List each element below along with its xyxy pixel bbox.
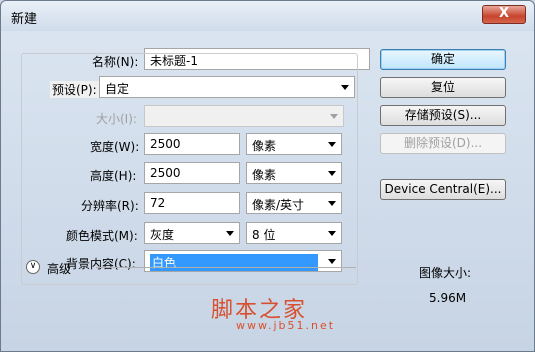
preset-label: 预设(P): [50,81,99,98]
chevron-down-icon [328,171,336,176]
preset-select[interactable]: 自定 [99,76,355,98]
chevron-down-icon [328,201,336,206]
watermark-url: www.jb51.net [236,319,336,332]
bit-depth-value: 8 位 [252,228,276,242]
close-button[interactable]: X [482,5,526,24]
delete-preset-button: 删除预设(D)... [380,133,506,154]
background-select[interactable]: 白色 [144,250,342,272]
color-mode-value: 灰度 [150,228,175,242]
color-mode-label: 颜色模式(M): [66,229,138,243]
preset-select-value: 自定 [105,82,130,96]
resolution-unit-select[interactable]: 像素/英寸 [246,192,342,214]
width-unit-value: 像素 [252,139,277,153]
width-input-value: 2500 [150,137,181,151]
save-preset-button[interactable]: 存储预设(S)... [380,105,506,126]
resolution-label: 分辨率(R): [81,199,139,213]
reset-button[interactable]: 复位 [380,77,506,98]
width-unit-select[interactable]: 像素 [246,133,342,155]
chevron-down-icon [328,142,336,147]
expand-advanced-icon[interactable]: ∨ [26,260,40,274]
resolution-input[interactable]: 72 [144,192,240,214]
device-central-button[interactable]: Device Central(E)... [380,179,506,200]
chevron-down-icon [226,231,234,236]
title-bar: 新建 X [1,1,534,31]
image-size-label: 图像大小: [419,266,472,280]
new-document-dialog: 新建 X 名称(N): 未标题-1 预设(P): 自定 大小(I): 宽度(W)… [0,0,535,352]
height-unit-value: 像素 [252,168,277,182]
color-mode-select[interactable]: 灰度 [144,222,240,244]
chevron-down-icon [328,231,336,236]
chevron-down-icon [330,114,338,119]
image-size-value: 5.96M [429,291,467,305]
chevron-down-icon [341,85,349,90]
height-input-value: 2500 [150,166,181,180]
advanced-label[interactable]: 高级 [47,260,71,277]
background-value: 白色 [150,254,318,271]
advanced-divider [96,267,356,268]
ok-button[interactable]: 确定 [380,49,506,70]
bit-depth-select[interactable]: 8 位 [246,222,342,244]
height-label: 高度(H): [90,169,137,183]
width-input[interactable]: 2500 [144,133,240,155]
close-icon: X [498,6,510,21]
size-label: 大小(I): [96,112,137,126]
resolution-unit-value: 像素/英寸 [252,198,305,212]
width-label: 宽度(W): [90,140,140,154]
height-input[interactable]: 2500 [144,162,240,184]
height-unit-select[interactable]: 像素 [246,162,342,184]
background-label: 背景内容(C): [66,257,136,271]
dialog-title: 新建 [11,12,38,27]
chevron-down-icon [328,259,336,264]
resolution-input-value: 72 [150,196,166,210]
size-select [144,105,344,127]
